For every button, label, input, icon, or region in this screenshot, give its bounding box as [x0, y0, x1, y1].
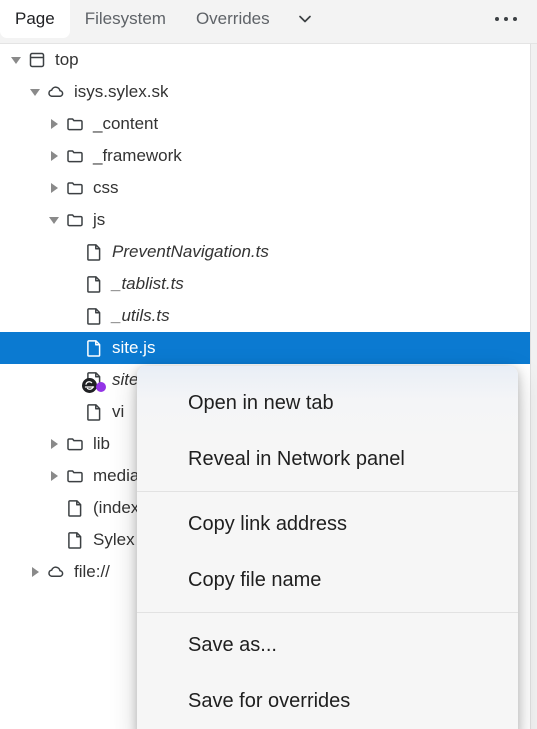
tree-row-label: _tablist.ts — [112, 274, 184, 293]
tab-overrides[interactable]: Overrides — [181, 0, 285, 38]
panel-gutter — [531, 44, 537, 729]
frame-icon — [25, 44, 49, 76]
tree-row[interactable]: css — [0, 172, 530, 204]
tree-row[interactable]: _tablist.ts — [0, 268, 530, 300]
tree-row-label: vi — [112, 402, 125, 421]
twisty-placeholder — [45, 492, 63, 524]
context-menu-item[interactable]: Save for overrides — [137, 673, 518, 729]
twisty-placeholder — [64, 332, 82, 364]
twisty-expanded-icon[interactable] — [7, 44, 25, 76]
cloud-icon — [44, 556, 68, 588]
tab-label: Overrides — [195, 9, 270, 28]
more-options-icon — [495, 17, 517, 21]
context-menu-item[interactable]: Copy link address — [137, 496, 518, 552]
folder-icon — [63, 140, 87, 172]
tree-row[interactable]: _framework — [0, 140, 530, 172]
twisty-collapsed-icon[interactable] — [26, 556, 44, 588]
file-icon — [63, 492, 87, 524]
twisty-placeholder — [45, 524, 63, 556]
tree-row-label: PreventNavigation.ts — [112, 242, 269, 261]
tree-row-label: _content — [93, 114, 159, 133]
tree-row[interactable]: _utils.ts — [0, 300, 530, 332]
twisty-placeholder — [64, 268, 82, 300]
tree-row-label: _utils.ts — [112, 306, 170, 325]
folder-icon — [63, 204, 87, 236]
file-icon — [82, 300, 106, 332]
twisty-collapsed-icon[interactable] — [45, 428, 63, 460]
context-menu-items: Open in new tab Reveal in Network panel Co… — [137, 375, 518, 729]
file-icon — [82, 364, 106, 396]
tree-row[interactable]: top — [0, 44, 530, 76]
context-menu-item[interactable]: Save as... — [137, 617, 518, 673]
tree-row-label: lib — [93, 434, 111, 453]
tab-filesystem[interactable]: Filesystem — [70, 0, 181, 38]
context-menu-separator — [137, 612, 518, 613]
twisty-expanded-icon[interactable] — [45, 204, 63, 236]
twisty-placeholder — [64, 364, 82, 396]
context-menu-item[interactable]: Copy file name — [137, 552, 518, 608]
twisty-placeholder — [64, 396, 82, 428]
tree-row[interactable]: _content — [0, 108, 530, 140]
tree-row[interactable]: js — [0, 204, 530, 236]
folder-icon — [63, 108, 87, 140]
more-options-button[interactable] — [483, 0, 529, 38]
tab-list: Page Filesystem Overrides — [0, 0, 285, 38]
folder-icon — [63, 428, 87, 460]
file-icon — [82, 396, 106, 428]
tree-row-label: site.js — [112, 338, 156, 357]
tab-page[interactable]: Page — [0, 0, 70, 38]
twisty-placeholder — [64, 300, 82, 332]
tree-row-label: Sylex — [93, 530, 135, 549]
file-icon — [82, 268, 106, 300]
context-menu-item[interactable]: Reveal in Network panel — [137, 431, 518, 487]
context-menu-item[interactable]: Open in new tab — [137, 375, 518, 431]
twisty-collapsed-icon[interactable] — [45, 172, 63, 204]
file-icon — [82, 236, 106, 268]
tree-row-selected[interactable]: site.js — [0, 332, 530, 364]
context-menu[interactable]: Open in new tab Reveal in Network panel Co… — [137, 366, 518, 729]
tree-row[interactable]: isys.sylex.sk — [0, 76, 530, 108]
twisty-placeholder — [64, 236, 82, 268]
devtools-sources-panel: Page Filesystem Overrides top isys.sylex.sk… — [0, 0, 537, 729]
file-icon — [82, 332, 106, 364]
twisty-expanded-icon[interactable] — [26, 76, 44, 108]
tree-row[interactable]: PreventNavigation.ts — [0, 236, 530, 268]
file-icon — [63, 524, 87, 556]
twisty-collapsed-icon[interactable] — [45, 108, 63, 140]
folder-icon — [63, 172, 87, 204]
cloud-icon — [44, 76, 68, 108]
tree-row-label: top — [55, 50, 79, 69]
tree-row-label: css — [93, 178, 119, 197]
tree-row-label: file:// — [74, 562, 110, 581]
tab-label: Page — [15, 9, 55, 28]
folder-icon — [63, 460, 87, 492]
chevron-down-icon — [295, 9, 315, 29]
tree-row-label: _framework — [93, 146, 182, 165]
tree-row-label: isys.sylex.sk — [74, 82, 169, 101]
tree-row-label: media — [93, 466, 140, 485]
twisty-collapsed-icon[interactable] — [45, 460, 63, 492]
tab-label: Filesystem — [84, 9, 166, 28]
sources-tabbar: Page Filesystem Overrides — [0, 0, 537, 44]
source-map-badge-icon — [82, 378, 97, 393]
tree-row-label: js — [93, 210, 106, 229]
modified-dot-badge-icon — [96, 382, 106, 392]
tab-overflow-chevron-button[interactable] — [285, 0, 325, 38]
context-menu-separator — [137, 491, 518, 492]
twisty-collapsed-icon[interactable] — [45, 140, 63, 172]
